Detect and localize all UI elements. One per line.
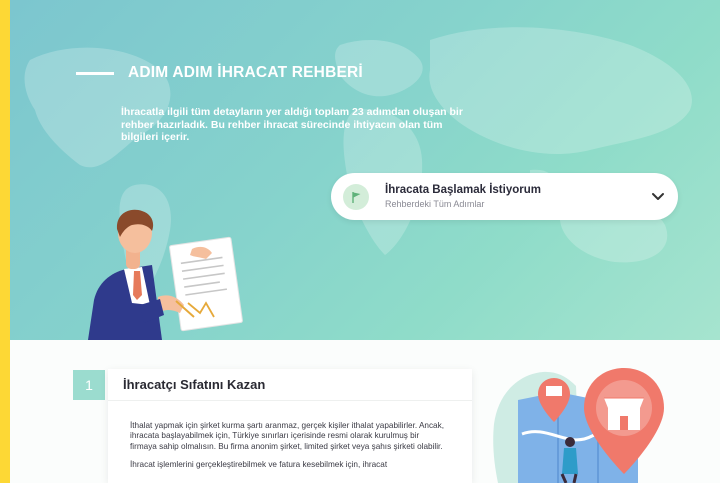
step-title: İhracatçı Sıfatını Kazan (123, 377, 266, 392)
businessman-signing-illustration (88, 209, 243, 340)
step-number-badge: 1 (73, 370, 105, 400)
step-paragraph: İhracat işlemlerini gerçekleştirebilmek … (130, 460, 388, 470)
title-dash (76, 71, 114, 75)
selector-title: İhracata Başlamak İstiyorum (385, 184, 541, 196)
flag-icon (343, 183, 369, 210)
store-location-map-illustration (493, 368, 664, 483)
step-card-header[interactable]: İhracatçı Sıfatını Kazan (108, 369, 472, 401)
hero-description: İhracatla ilgili tüm detayların yer aldı… (121, 106, 463, 143)
step-card: İhracatçı Sıfatını Kazan İthalat yapmak … (108, 369, 472, 483)
chevron-down-icon[interactable] (638, 192, 678, 202)
page-title: ADIM ADIM İHRACAT REHBERİ (128, 64, 363, 81)
step-card-body: İthalat yapmak için şirket kurma şartı a… (108, 401, 448, 471)
step-paragraph: İthalat yapmak için şirket kurma şartı a… (130, 421, 444, 451)
guide-path-selector[interactable]: İhracata Başlamak İstiyorum Rehberdeki T… (331, 173, 678, 220)
hero-banner: ADIM ADIM İHRACAT REHBERİ İhracatla ilgi… (10, 0, 720, 340)
hero-title-row: ADIM ADIM İHRACAT REHBERİ (76, 64, 363, 82)
selector-subtitle: Rehberdeki Tüm Adımlar (385, 199, 485, 209)
page-frame: ADIM ADIM İHRACAT REHBERİ İhracatla ilgi… (10, 0, 720, 483)
